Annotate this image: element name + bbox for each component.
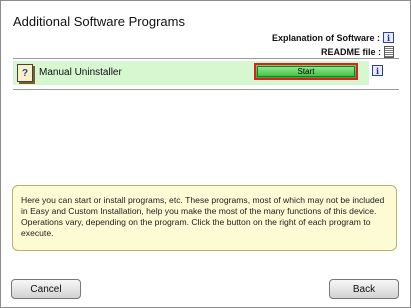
- readme-icon: [384, 45, 394, 58]
- info-icon: i: [383, 32, 394, 43]
- program-info-icon[interactable]: i: [372, 65, 383, 76]
- start-button[interactable]: Start: [254, 63, 358, 80]
- back-button[interactable]: Back: [329, 279, 399, 299]
- description-box: Here you can start or install programs, …: [12, 185, 397, 251]
- dialog-title: Additional Software Programs: [13, 14, 185, 29]
- start-button-label: Start: [257, 66, 355, 77]
- legend-explanation-row: Explanation of Software : i: [272, 31, 394, 44]
- legend: Explanation of Software : i README file …: [272, 31, 394, 59]
- legend-readme-row: README file :: [272, 45, 394, 58]
- dialog-window: Additional Software Programs Explanation…: [0, 0, 411, 308]
- legend-readme-label: README file :: [320, 46, 381, 57]
- program-row-manual-uninstaller: ? Manual Uninstaller Start: [13, 61, 369, 85]
- program-name: Manual Uninstaller: [39, 67, 122, 78]
- cancel-button[interactable]: Cancel: [11, 279, 81, 299]
- program-help-icon: ?: [17, 64, 33, 82]
- legend-explanation-label: Explanation of Software :: [271, 32, 380, 43]
- program-list: ? Manual Uninstaller Start i: [13, 58, 399, 90]
